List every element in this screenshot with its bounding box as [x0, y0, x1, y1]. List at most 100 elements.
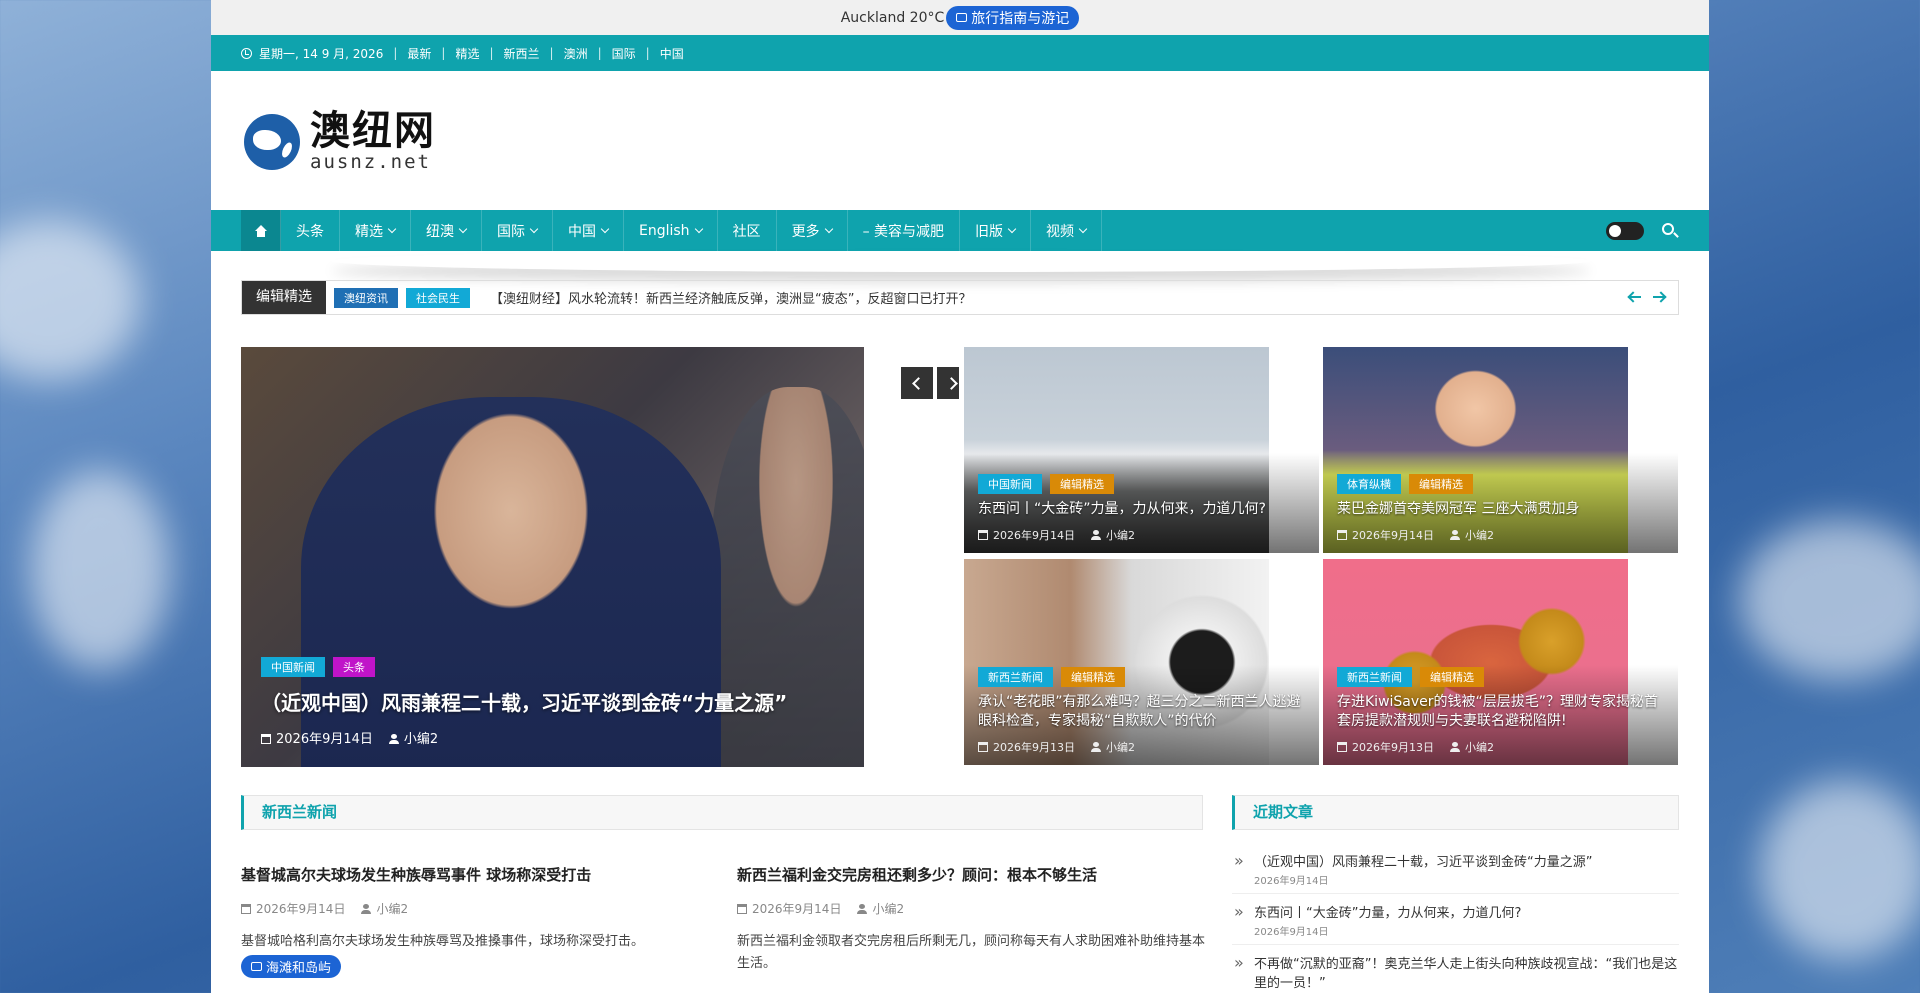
category-tag[interactable]: 新西兰新闻	[1337, 667, 1412, 687]
top-link-featured[interactable]: 精选	[455, 45, 479, 62]
cloud-decoration	[0, 220, 140, 380]
category-tag[interactable]: 编辑精选	[1420, 667, 1484, 687]
logo-en: ausnz.net	[310, 151, 431, 173]
post-author[interactable]: 小编2	[1091, 739, 1135, 755]
category-tag[interactable]: 体育纵横	[1337, 474, 1401, 494]
chevron-down-icon	[600, 224, 610, 233]
category-tag[interactable]: 头条	[333, 657, 375, 677]
top-bar: 星期一, 14 9 月, 2026 | 最新 | 精选 | 新西兰 | 澳洲 |…	[211, 35, 1709, 71]
home-icon	[254, 224, 268, 237]
feature-title[interactable]: （近观中国）风雨兼程二十载，习近平谈到金砖“力量之源”	[261, 687, 861, 716]
cloud-decoration	[1740, 520, 1920, 680]
slider-prev-button[interactable]	[901, 367, 933, 399]
recent-title[interactable]: 不再做“沉默的亚裔”！奥克兰华人走上街头向种族歧视宣战：“我们也是这里的一员！”	[1254, 955, 1679, 993]
list-item[interactable]: 东西问丨“大金砖”力量，力从何来，力道几何? 2026年9月14日	[1232, 900, 1679, 945]
user-icon	[1450, 742, 1460, 752]
nav-item-beauty[interactable]: – 美容与减肥	[848, 210, 961, 251]
list-item[interactable]: （近观中国）风雨兼程二十载，习近平谈到金砖“力量之源” 2026年9月14日	[1232, 849, 1679, 894]
arrow-left-icon[interactable]	[1628, 290, 1642, 304]
user-icon	[857, 904, 868, 914]
recent-posts-list: （近观中国）风雨兼程二十载，习近平谈到金砖“力量之源” 2026年9月14日 东…	[1232, 849, 1679, 993]
top-date: 星期一, 14 9 月, 2026	[259, 46, 384, 61]
post-author[interactable]: 小编2	[1091, 527, 1135, 543]
post-author[interactable]: 小编2	[857, 900, 904, 917]
category-tag[interactable]: 中国新闻	[261, 657, 325, 677]
recent-date: 2026年9月14日	[1254, 876, 1329, 887]
list-item[interactable]: 不再做“沉默的亚裔”！奥克兰华人走上街头向种族歧视宣战：“我们也是这里的一员！”	[1232, 951, 1679, 993]
nav-item-english[interactable]: English	[624, 210, 718, 251]
recent-title[interactable]: （近观中国）风雨兼程二十载，习近平谈到金砖“力量之源”	[1254, 853, 1679, 872]
top-link-china[interactable]: 中国	[660, 45, 684, 62]
top-link-intl[interactable]: 国际	[612, 45, 636, 62]
calendar-icon	[737, 904, 747, 914]
post-excerpt: 基督城哈格利高尔夫球场发生种族辱骂及推搡事件，球场称深受打击。	[241, 934, 645, 949]
post-author[interactable]: 小编2	[388, 728, 438, 747]
user-icon	[1091, 742, 1101, 752]
card-title[interactable]: 承认“老花眼”有那么难吗？超三分之二新西兰人逃避眼科检查，专家揭秘“自欺欺人”的…	[978, 693, 1309, 731]
card-title[interactable]: 存进KiwiSaver的钱被“层层拔毛”？理财专家揭秘首套房提款潜规则与夫妻联名…	[1337, 693, 1668, 731]
nav-item-community[interactable]: 社区	[718, 210, 777, 251]
news-card[interactable]: 体育纵横 编辑精选 莱巴金娜首夺美网冠军 三座大满贯加身 2026年9月14日 …	[1323, 347, 1678, 553]
beach-islands-pill[interactable]: 海滩和岛屿	[241, 955, 342, 978]
top-link-nz[interactable]: 新西兰	[504, 45, 540, 62]
feature-slide[interactable]: 中国新闻 头条 （近观中国）风雨兼程二十载，习近平谈到金砖“力量之源” 2026…	[241, 347, 959, 767]
logo-cn: 澳纽网	[310, 107, 436, 154]
chevron-down-icon	[694, 224, 703, 233]
nav-item-old-version[interactable]: 旧版	[960, 210, 1032, 251]
post-title[interactable]: 基督城高尔夫球场发生种族辱骂事件 球场称深受打击	[241, 864, 711, 886]
news-card[interactable]: 中国新闻 编辑精选 东西问丨“大金砖”力量，力从何来，力道几何? 2026年9月…	[964, 347, 1319, 553]
recent-title[interactable]: 东西问丨“大金砖”力量，力从何来，力道几何?	[1254, 904, 1679, 923]
search-icon[interactable]	[1662, 223, 1674, 235]
top-link-latest[interactable]: 最新	[407, 45, 431, 62]
nav-item-more[interactable]: 更多	[777, 210, 848, 251]
nav-item-intl[interactable]: 国际	[482, 210, 553, 251]
nav-home[interactable]	[241, 210, 281, 251]
news-card[interactable]: 新西兰新闻 编辑精选 承认“老花眼”有那么难吗？超三分之二新西兰人逃避眼科检查，…	[964, 559, 1319, 765]
post-title[interactable]: 新西兰福利金交完房租还剩多少？顾问：根本不够生活	[737, 864, 1207, 886]
calendar-icon	[978, 530, 988, 540]
chevron-down-icon	[529, 224, 539, 233]
post-author[interactable]: 小编2	[361, 900, 408, 917]
ticker-headline[interactable]: 【澳纽财经】风水轮流转！新西兰经济触底反弹，澳洲显“疲态”，反超窗口已打开？	[490, 288, 971, 307]
dark-mode-toggle[interactable]	[1606, 222, 1644, 240]
calendar-icon	[241, 904, 251, 914]
ticker-tag[interactable]: 社会民生	[406, 287, 470, 308]
cloud-decoration	[30, 470, 170, 670]
beach-islands-label: 海滩和岛屿	[266, 961, 332, 976]
nav-item-video[interactable]: 视频	[1031, 210, 1103, 251]
chevron-down-icon	[1078, 224, 1088, 233]
post-author[interactable]: 小编2	[1450, 527, 1494, 543]
ticker-tag[interactable]: 澳纽资讯	[334, 287, 398, 308]
site-logo[interactable]: 澳纽网 ausnz.net	[244, 111, 436, 173]
post-excerpt: 新西兰福利金领取者交完房租后所剩无几，顾问称每天有人求助困难补助维持基本生活。	[737, 934, 1206, 971]
category-tag[interactable]: 编辑精选	[1061, 667, 1125, 687]
category-tag[interactable]: 编辑精选	[1409, 474, 1473, 494]
travel-guide-pill[interactable]: 旅行指南与游记	[946, 5, 1080, 30]
card-title[interactable]: 莱巴金娜首夺美网冠军 三座大满贯加身	[1337, 500, 1668, 519]
category-tag[interactable]: 中国新闻	[978, 474, 1042, 494]
section-heading-nz: 新西兰新闻	[241, 795, 1203, 830]
slider-next-button[interactable]	[937, 367, 959, 399]
post-date: 2026年9月14日	[1337, 527, 1434, 543]
news-card[interactable]: 新西兰新闻 编辑精选 存进KiwiSaver的钱被“层层拔毛”？理财专家揭秘首套…	[1323, 559, 1678, 765]
nav-item-nz-au[interactable]: 纽澳	[411, 210, 482, 251]
post-author[interactable]: 小编2	[1450, 739, 1494, 755]
category-tag[interactable]: 新西兰新闻	[978, 667, 1053, 687]
calendar-icon	[956, 13, 968, 22]
arrow-right-icon[interactable]	[1652, 290, 1666, 304]
user-icon	[1450, 530, 1460, 540]
weather-text: Auckland 20°C	[840, 9, 945, 26]
card-title[interactable]: 东西问丨“大金砖”力量，力从何来，力道几何?	[978, 500, 1309, 519]
category-tag[interactable]: 编辑精选	[1050, 474, 1114, 494]
nav-item-china[interactable]: 中国	[553, 210, 624, 251]
post-item: 基督城高尔夫球场发生种族辱骂事件 球场称深受打击 2026年9月14日 小编2 …	[241, 864, 711, 953]
breaking-ticker: 编辑精选 澳纽资讯 社会民生 【澳纽财经】风水轮流转！新西兰经济触底反弹，澳洲显…	[241, 280, 1679, 315]
nav-item-headlines[interactable]: 头条	[281, 210, 340, 251]
top-link-au[interactable]: 澳洲	[564, 45, 588, 62]
section-heading-recent: 近期文章	[1232, 795, 1679, 830]
site-header: 澳纽网 ausnz.net	[211, 71, 1709, 210]
calendar-icon	[1337, 530, 1347, 540]
nav-item-featured[interactable]: 精选	[340, 210, 411, 251]
post-date: 2026年9月14日	[261, 728, 373, 747]
weather-bar: Auckland 20°C 旅行指南与游记	[211, 0, 1709, 35]
